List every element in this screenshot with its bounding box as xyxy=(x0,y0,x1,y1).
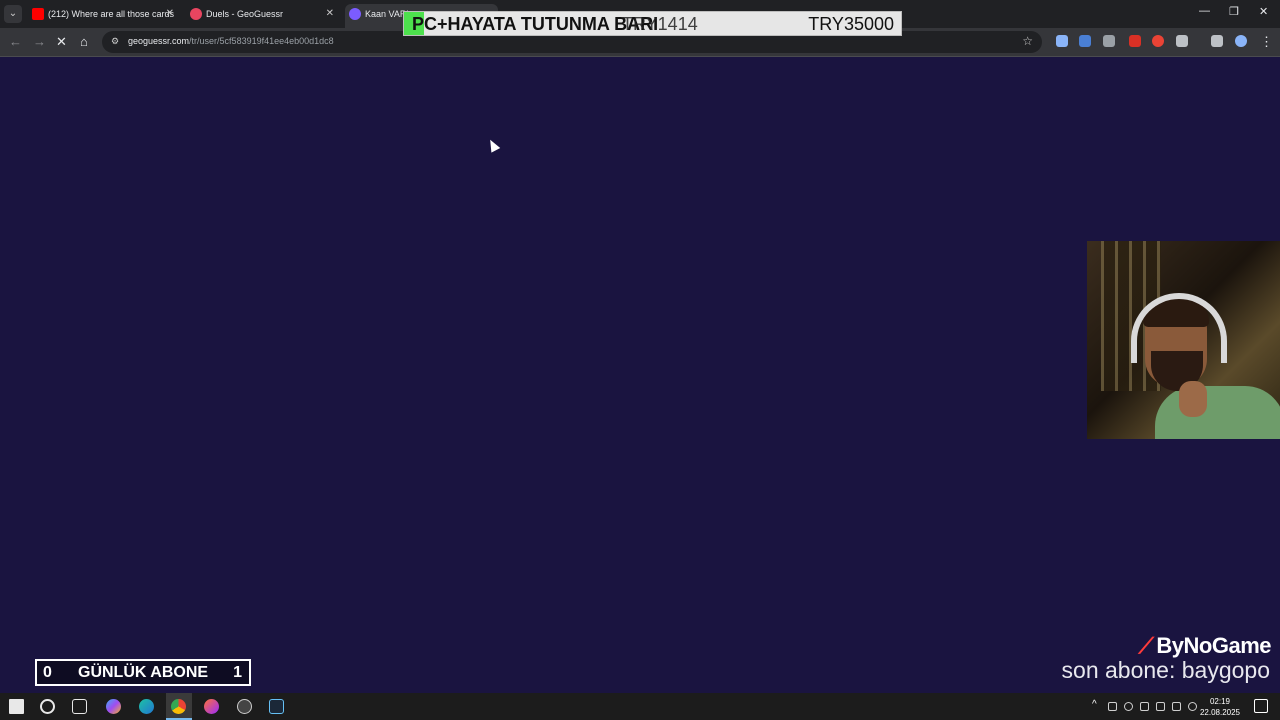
tab-geoguessr-duels[interactable]: Duels - GeoGuessr ✕ xyxy=(186,4,340,28)
tray-app-icon-2[interactable] xyxy=(1140,702,1149,711)
bookmark-star-icon[interactable]: ☆ xyxy=(1022,34,1033,48)
notification-center-icon[interactable] xyxy=(1254,699,1268,713)
extension-display-icon[interactable] xyxy=(1103,35,1115,47)
site-settings-icon[interactable]: ⚙ xyxy=(111,36,119,47)
clock-date: 22.08.2025 xyxy=(1199,708,1240,717)
network-icon[interactable] xyxy=(1172,702,1181,711)
url-path: /tr/user/5cf583919f41ee4eb00d1dc8 xyxy=(189,36,334,46)
tab-youtube[interactable]: (212) Where are all those cards ✕ xyxy=(28,4,180,28)
daily-subs-counter: 0 GÜNLÜK ABONE 1 xyxy=(35,659,251,686)
youtube-icon xyxy=(32,8,44,20)
tab-title: (212) Where are all those cards xyxy=(48,9,175,19)
daily-subs-right: 1 xyxy=(233,664,242,681)
donation-goal-current: TRY1414 xyxy=(622,14,698,34)
stop-loading-icon[interactable]: ✕ xyxy=(56,34,67,50)
brand-name: ByNoGame xyxy=(1156,633,1271,658)
streamer-hand xyxy=(1179,381,1207,417)
extension-audio-icon[interactable] xyxy=(1079,35,1091,47)
firefox-icon[interactable] xyxy=(204,699,219,714)
windows-taskbar: ^ 02:19 22.08.2025 xyxy=(0,693,1280,720)
url-host: geoguessr.com xyxy=(128,36,190,46)
restore-button[interactable]: ❐ xyxy=(1229,5,1239,18)
task-view-icon[interactable] xyxy=(72,699,87,714)
tray-chevron-up-icon[interactable]: ^ xyxy=(1092,699,1097,710)
tray-app-icon[interactable] xyxy=(1108,702,1117,711)
extension-shield-icon[interactable] xyxy=(1056,35,1068,47)
obs-icon[interactable] xyxy=(237,699,252,714)
steam-icon[interactable] xyxy=(269,699,284,714)
forward-arrow-icon[interactable]: → xyxy=(33,34,46,49)
daily-subs-label: GÜNLÜK ABONE xyxy=(78,664,209,681)
volume-icon[interactable] xyxy=(1188,702,1197,711)
media-controls-icon[interactable] xyxy=(1211,35,1223,47)
tab-close-icon[interactable]: ✕ xyxy=(166,4,174,24)
tab-title: Duels - GeoGuessr xyxy=(206,9,284,19)
tab-close-icon[interactable]: ✕ xyxy=(326,4,334,24)
brand-logo: ⟋ ByNoGame xyxy=(1139,633,1272,659)
windows-start-icon[interactable] xyxy=(9,699,24,714)
bynogame-logo-icon: ⟋ xyxy=(1138,633,1154,658)
chrome-icon[interactable] xyxy=(171,699,186,714)
copilot-icon[interactable] xyxy=(106,699,121,714)
last-subscriber-text: son abone: baygopo xyxy=(1061,657,1270,683)
profile-avatar-icon[interactable] xyxy=(1235,35,1247,47)
back-arrow-icon[interactable]: ← xyxy=(9,34,22,49)
home-icon[interactable]: ⌂ xyxy=(80,34,88,49)
search-icon[interactable] xyxy=(40,699,55,714)
close-window-button[interactable]: ✕ xyxy=(1259,5,1268,18)
url-text: geoguessr.com/tr/user/5cf583919f41ee4eb0… xyxy=(128,36,334,46)
extension-badge-icon[interactable] xyxy=(1129,35,1141,47)
menu-kebab-icon[interactable]: ⋮ xyxy=(1260,34,1273,50)
clock-time: 02:19 xyxy=(1209,697,1230,706)
streamer-shirt xyxy=(1155,386,1280,439)
edge-icon[interactable] xyxy=(139,699,154,714)
system-clock[interactable]: 02:19 22.08.2025 xyxy=(1200,696,1240,718)
geoguessr-pin-icon xyxy=(190,8,202,20)
extensions-puzzle-icon[interactable] xyxy=(1176,35,1188,47)
extension-red-icon[interactable] xyxy=(1152,35,1164,47)
donation-goal-target: TRY35000 xyxy=(808,14,894,34)
webcam-feed xyxy=(1087,241,1280,439)
microphone-icon[interactable] xyxy=(1124,702,1133,711)
donation-goal-bar: PC+HAYATA TUTUNMA BARI TRY1414 TRY35000 xyxy=(403,11,902,36)
minimize-button[interactable]: — xyxy=(1199,5,1210,17)
daily-subs-left: 0 xyxy=(43,664,52,681)
onedrive-icon[interactable] xyxy=(1156,702,1165,711)
geoguessr-profile-icon xyxy=(349,8,361,20)
tab-search-chevron-icon[interactable]: ⌄ xyxy=(4,5,22,23)
